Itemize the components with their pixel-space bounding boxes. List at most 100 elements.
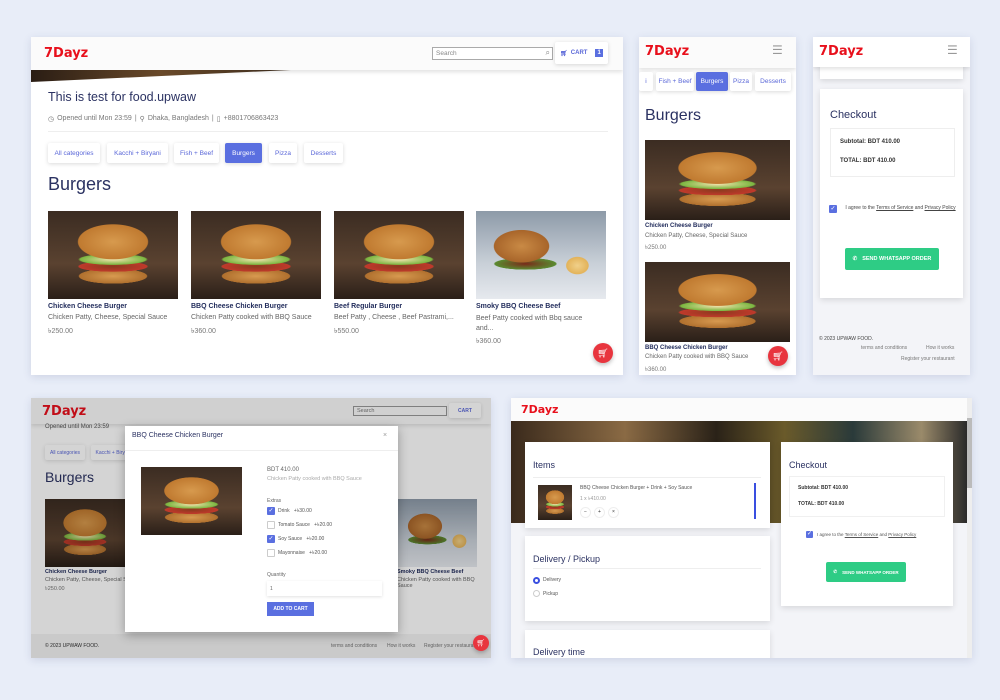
brand-logo[interactable]: 7Dayz bbox=[44, 46, 88, 61]
item-image[interactable] bbox=[191, 211, 321, 299]
cart-button[interactable]: 🛒︎ CART 1 bbox=[555, 42, 608, 64]
add-to-cart-button[interactable]: ADD TO CART bbox=[267, 602, 314, 616]
floating-cart-button[interactable]: 🛒︎ bbox=[593, 343, 613, 363]
item-desc: Chicken Patty cooked with BBQ Sauce bbox=[191, 314, 312, 321]
item-name[interactable]: BBQ Cheese Chicken Burger bbox=[191, 303, 287, 310]
hamburger-menu-icon[interactable]: ☰ bbox=[947, 43, 958, 57]
cart-page-screenshot: 7Dayz Items BBQ Cheese Chicken Burger + … bbox=[511, 398, 972, 658]
extra-soy-sauce-checkbox[interactable]: ✓ bbox=[267, 535, 275, 543]
item-image[interactable] bbox=[645, 262, 790, 342]
extra-mayonnaise-label: Mayonnaise +৳20.00 bbox=[278, 550, 328, 556]
brand-logo[interactable]: 7Dayz bbox=[521, 403, 558, 416]
item-name[interactable]: BBQ Cheese Chicken Burger bbox=[645, 345, 728, 351]
whatsapp-icon: ✆ bbox=[852, 256, 858, 262]
item-name[interactable]: Beef Regular Burger bbox=[334, 303, 402, 310]
divider bbox=[48, 131, 608, 132]
desktop-menu-screenshot: 7Dayz Search ⌕ 🛒︎ CART 1 This is test for f… bbox=[31, 37, 623, 375]
extra-drink-checkbox[interactable]: ✓ bbox=[267, 507, 275, 515]
extra-tomato-sauce-label: Tomato Sauce +৳20.00 bbox=[278, 522, 333, 528]
category-tab-partial[interactable]: i bbox=[639, 72, 653, 91]
delivery-time-card: Delivery time bbox=[525, 630, 770, 658]
decrease-qty-button[interactable]: − bbox=[580, 507, 591, 518]
terms-link[interactable]: Terms of Service bbox=[876, 205, 913, 211]
location-pin-icon: ⚲ bbox=[139, 116, 145, 123]
extra-tomato-sauce-checkbox[interactable] bbox=[267, 521, 275, 529]
category-fish-beef[interactable]: Fish + Beef bbox=[174, 143, 219, 163]
cart-item-name: BBQ Cheese Chicken Burger + Drink + Soy … bbox=[580, 485, 693, 491]
item-image[interactable] bbox=[645, 140, 790, 220]
category-burgers[interactable]: Burgers bbox=[225, 143, 262, 163]
scrollbar[interactable] bbox=[967, 398, 972, 658]
send-whatsapp-order-button[interactable]: ✆ SEND WHATSAPP ORDER bbox=[826, 562, 906, 582]
quantity-input[interactable]: 1 bbox=[267, 581, 382, 596]
agree-checkbox[interactable]: ✓ bbox=[829, 205, 837, 213]
pickup-radio[interactable] bbox=[533, 590, 540, 597]
clock-icon: ◷ bbox=[48, 116, 55, 123]
search-placeholder: Search bbox=[436, 50, 457, 57]
search-icon: ⌕ bbox=[545, 48, 550, 57]
cart-label: CART bbox=[570, 50, 588, 56]
total: TOTAL: BDT 410.00 bbox=[840, 158, 896, 164]
item-price: ৳250.00 bbox=[48, 328, 73, 335]
delivery-title: Delivery / Pickup bbox=[533, 554, 601, 564]
extra-drink-label: Drink +৳30.00 bbox=[278, 508, 312, 514]
category-desserts[interactable]: Desserts bbox=[755, 72, 791, 91]
item-name[interactable]: Chicken Cheese Burger bbox=[48, 303, 127, 310]
hamburger-menu-icon[interactable]: ☰ bbox=[772, 43, 783, 57]
terms-link[interactable]: Terms of Service bbox=[845, 532, 879, 537]
category-desserts[interactable]: Desserts bbox=[304, 143, 343, 163]
modal-close-button[interactable]: × bbox=[383, 432, 387, 439]
cart-icon: 🛒︎ bbox=[597, 347, 609, 358]
item-name[interactable]: Smoky BBQ Cheese Beef bbox=[476, 303, 560, 310]
checkout-title: Checkout bbox=[789, 460, 828, 470]
item-image[interactable] bbox=[334, 211, 464, 299]
item-price: ৳550.00 bbox=[334, 328, 359, 335]
cart-icon: 🛒︎ bbox=[772, 350, 784, 361]
agree-text: I agree to the Terms of Service and Priv… bbox=[845, 205, 956, 211]
send-whatsapp-order-button[interactable]: ✆ SEND WHATSAPP ORDER bbox=[845, 248, 939, 270]
items-card: Items BBQ Cheese Chicken Burger + Drink … bbox=[525, 442, 770, 528]
total: TOTAL: BDT 410.00 bbox=[798, 501, 845, 507]
item-accent-bar bbox=[754, 483, 756, 519]
modal-title: BBQ Cheese Chicken Burger bbox=[132, 432, 224, 439]
item-name[interactable]: Chicken Cheese Burger bbox=[645, 223, 713, 229]
cart-count-badge: 1 bbox=[595, 49, 603, 57]
extra-soy-sauce-label: Soy Sauce +৳20.00 bbox=[278, 536, 325, 542]
extra-mayonnaise-checkbox[interactable] bbox=[267, 549, 275, 557]
opening-hours: Opened until Mon 23:59 bbox=[57, 115, 132, 122]
increase-qty-button[interactable]: + bbox=[594, 507, 605, 518]
item-modal: BBQ Cheese Chicken Burger × BDT 410.00 C… bbox=[125, 426, 398, 632]
footer-link-terms[interactable]: terms and conditions bbox=[861, 345, 907, 351]
item-image[interactable] bbox=[48, 211, 178, 299]
category-all[interactable]: All categories bbox=[48, 143, 100, 163]
brand-logo[interactable]: 7Dayz bbox=[645, 44, 689, 59]
hero-strip bbox=[31, 70, 291, 82]
category-kacchi-biryani[interactable]: Kacchi + Biryani bbox=[107, 143, 168, 163]
phone[interactable]: +8801706863423 bbox=[224, 115, 279, 123]
subtotal: Subtotal: BDT 410.00 bbox=[840, 139, 901, 145]
remove-item-button[interactable]: × bbox=[608, 507, 619, 518]
mobile-menu-screenshot: 7Dayz ☰ i Fish + Beef Burgers Pizza Dess… bbox=[639, 37, 796, 375]
category-fish-beef[interactable]: Fish + Beef bbox=[656, 72, 694, 91]
footer-link-register[interactable]: Register your restaurant bbox=[901, 356, 955, 362]
delivery-card: Delivery / Pickup Delivery Pickup bbox=[525, 536, 770, 621]
privacy-link[interactable]: Privacy Policy bbox=[888, 532, 916, 537]
divider bbox=[533, 477, 761, 478]
divider bbox=[125, 450, 398, 451]
footer-link-how[interactable]: How it works bbox=[926, 345, 954, 351]
floating-cart-button[interactable]: 🛒︎ bbox=[768, 346, 788, 366]
restaurant-info: ◷ Opened until Mon 23:59 | ⚲ Dhaka, Banglad… bbox=[48, 115, 278, 123]
privacy-link[interactable]: Privacy Policy bbox=[925, 205, 956, 211]
agree-checkbox[interactable]: ✓ bbox=[806, 531, 813, 538]
item-desc: Beef Patty , Cheese , Beef Pastrami,... bbox=[334, 314, 454, 321]
search-input[interactable]: Search ⌕ bbox=[432, 47, 553, 60]
delivery-radio[interactable] bbox=[533, 577, 540, 584]
brand-logo[interactable]: 7Dayz bbox=[819, 44, 863, 59]
cart-icon: 🛒︎ bbox=[476, 640, 486, 647]
agree-text: I agree to the Terms of Service and Priv… bbox=[817, 532, 917, 537]
category-pizza[interactable]: Pizza bbox=[269, 143, 297, 163]
category-pizza[interactable]: Pizza bbox=[730, 72, 752, 91]
item-image[interactable] bbox=[476, 211, 606, 299]
category-burgers[interactable]: Burgers bbox=[696, 72, 728, 91]
floating-cart-button[interactable]: 🛒︎ bbox=[473, 635, 489, 651]
